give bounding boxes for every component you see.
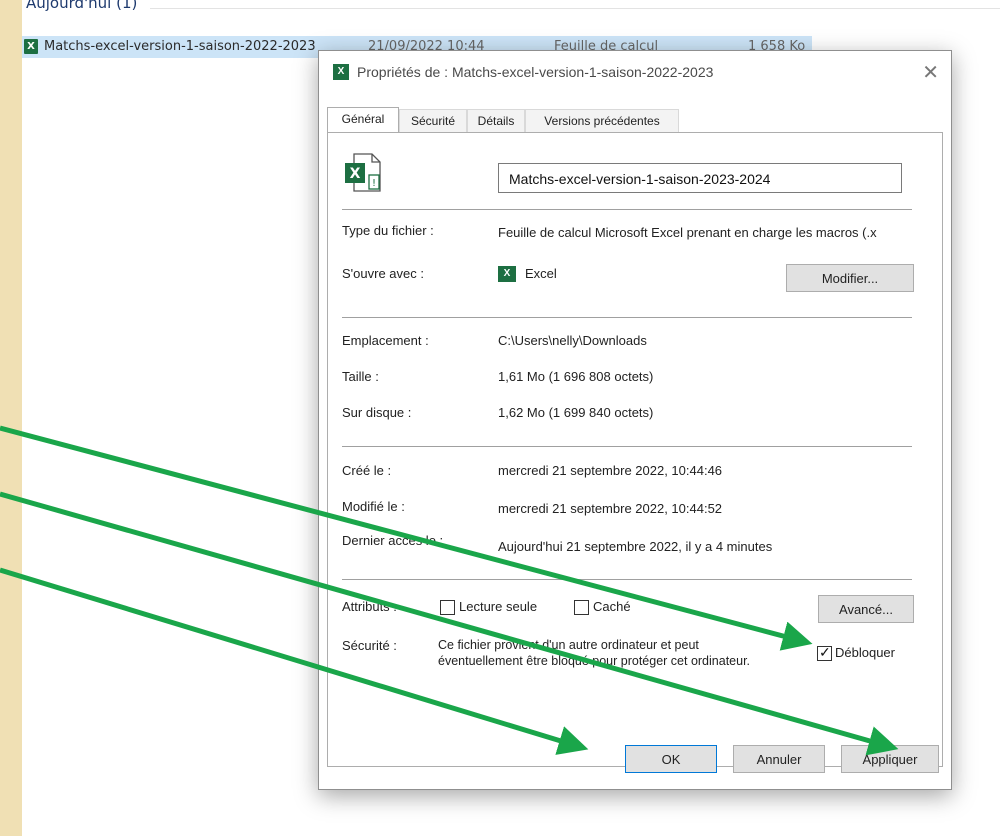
- modified-label: Modifié le :: [342, 499, 405, 514]
- readonly-checkbox[interactable]: [440, 600, 455, 615]
- created-label: Créé le :: [342, 463, 392, 478]
- tab-general[interactable]: Général: [327, 107, 399, 132]
- type-value: Feuille de calcul Microsoft Excel prenan…: [498, 225, 877, 240]
- unblock-checkbox[interactable]: ✓: [817, 644, 832, 661]
- cancel-button[interactable]: Annuler: [733, 745, 825, 773]
- tab-previous-versions[interactable]: Versions précédentes: [525, 109, 679, 132]
- separator: [342, 446, 912, 447]
- excel-file-large-icon: X !: [345, 153, 381, 192]
- attributes-label: Attributs :: [342, 599, 397, 614]
- filename-field[interactable]: Matchs-excel-version-1-saison-2023-2024: [498, 163, 902, 193]
- modified-value: mercredi 21 septembre 2022, 10:44:52: [498, 501, 723, 516]
- hidden-checkbox[interactable]: [574, 600, 589, 615]
- unblock-label: Débloquer: [835, 645, 895, 660]
- separator: [342, 209, 912, 210]
- separator: [342, 579, 912, 580]
- dialog-titlebar[interactable]: X Propriétés de : Matchs-excel-version-1…: [319, 51, 951, 93]
- separator: [342, 317, 912, 318]
- excel-app-icon: X: [498, 266, 516, 282]
- dialog-title: Propriétés de : Matchs-excel-version-1-s…: [357, 64, 714, 80]
- hidden-label: Caché: [593, 599, 631, 614]
- file-name: Matchs-excel-version-1-saison-2022-2023: [44, 39, 316, 54]
- opens-with-label: S'ouvre avec :: [342, 266, 424, 281]
- size-value: 1,61 Mo (1 696 808 octets): [498, 369, 654, 384]
- readonly-label: Lecture seule: [459, 599, 538, 614]
- ok-button[interactable]: OK: [625, 745, 717, 773]
- tab-details[interactable]: Détails: [467, 109, 525, 132]
- group-header[interactable]: Aujourd'hui (1): [26, 0, 137, 12]
- security-message-line2: éventuellement être bloqué pour protéger…: [438, 654, 751, 668]
- location-value: C:\Users\nelly\Downloads: [498, 333, 647, 348]
- accessed-label: Dernier accès le :: [342, 533, 444, 548]
- security-message-line1: Ce fichier provient d'un autre ordinateu…: [438, 638, 699, 652]
- excel-title-icon: X: [333, 64, 349, 80]
- svg-text:X: X: [350, 166, 361, 182]
- size-label: Taille :: [342, 369, 379, 384]
- properties-dialog: X Propriétés de : Matchs-excel-version-1…: [318, 50, 952, 790]
- location-label: Emplacement :: [342, 333, 429, 348]
- group-divider: [150, 8, 1000, 9]
- tab-security[interactable]: Sécurité: [399, 109, 467, 132]
- apply-button[interactable]: Appliquer: [841, 745, 939, 773]
- close-icon[interactable]: ✕: [922, 60, 939, 85]
- created-value: mercredi 21 septembre 2022, 10:44:46: [498, 463, 723, 478]
- disk-size-value: 1,62 Mo (1 699 840 octets): [498, 405, 654, 420]
- type-label: Type du fichier :: [342, 223, 434, 238]
- advanced-button[interactable]: Avancé...: [818, 595, 914, 623]
- checkmark-icon: ✓: [819, 644, 831, 660]
- excel-file-icon: X: [24, 39, 38, 54]
- disk-size-label: Sur disque :: [342, 405, 412, 420]
- general-panel: X ! Matchs-excel-version-1-saison-2023-2…: [327, 132, 943, 767]
- security-label: Sécurité :: [342, 638, 397, 653]
- svg-text:!: !: [372, 178, 376, 189]
- accessed-value: Aujourd'hui 21 septembre 2022, il y a 4 …: [498, 539, 773, 554]
- modify-button[interactable]: Modifier...: [786, 264, 914, 292]
- opens-with-value: Excel: [525, 266, 557, 281]
